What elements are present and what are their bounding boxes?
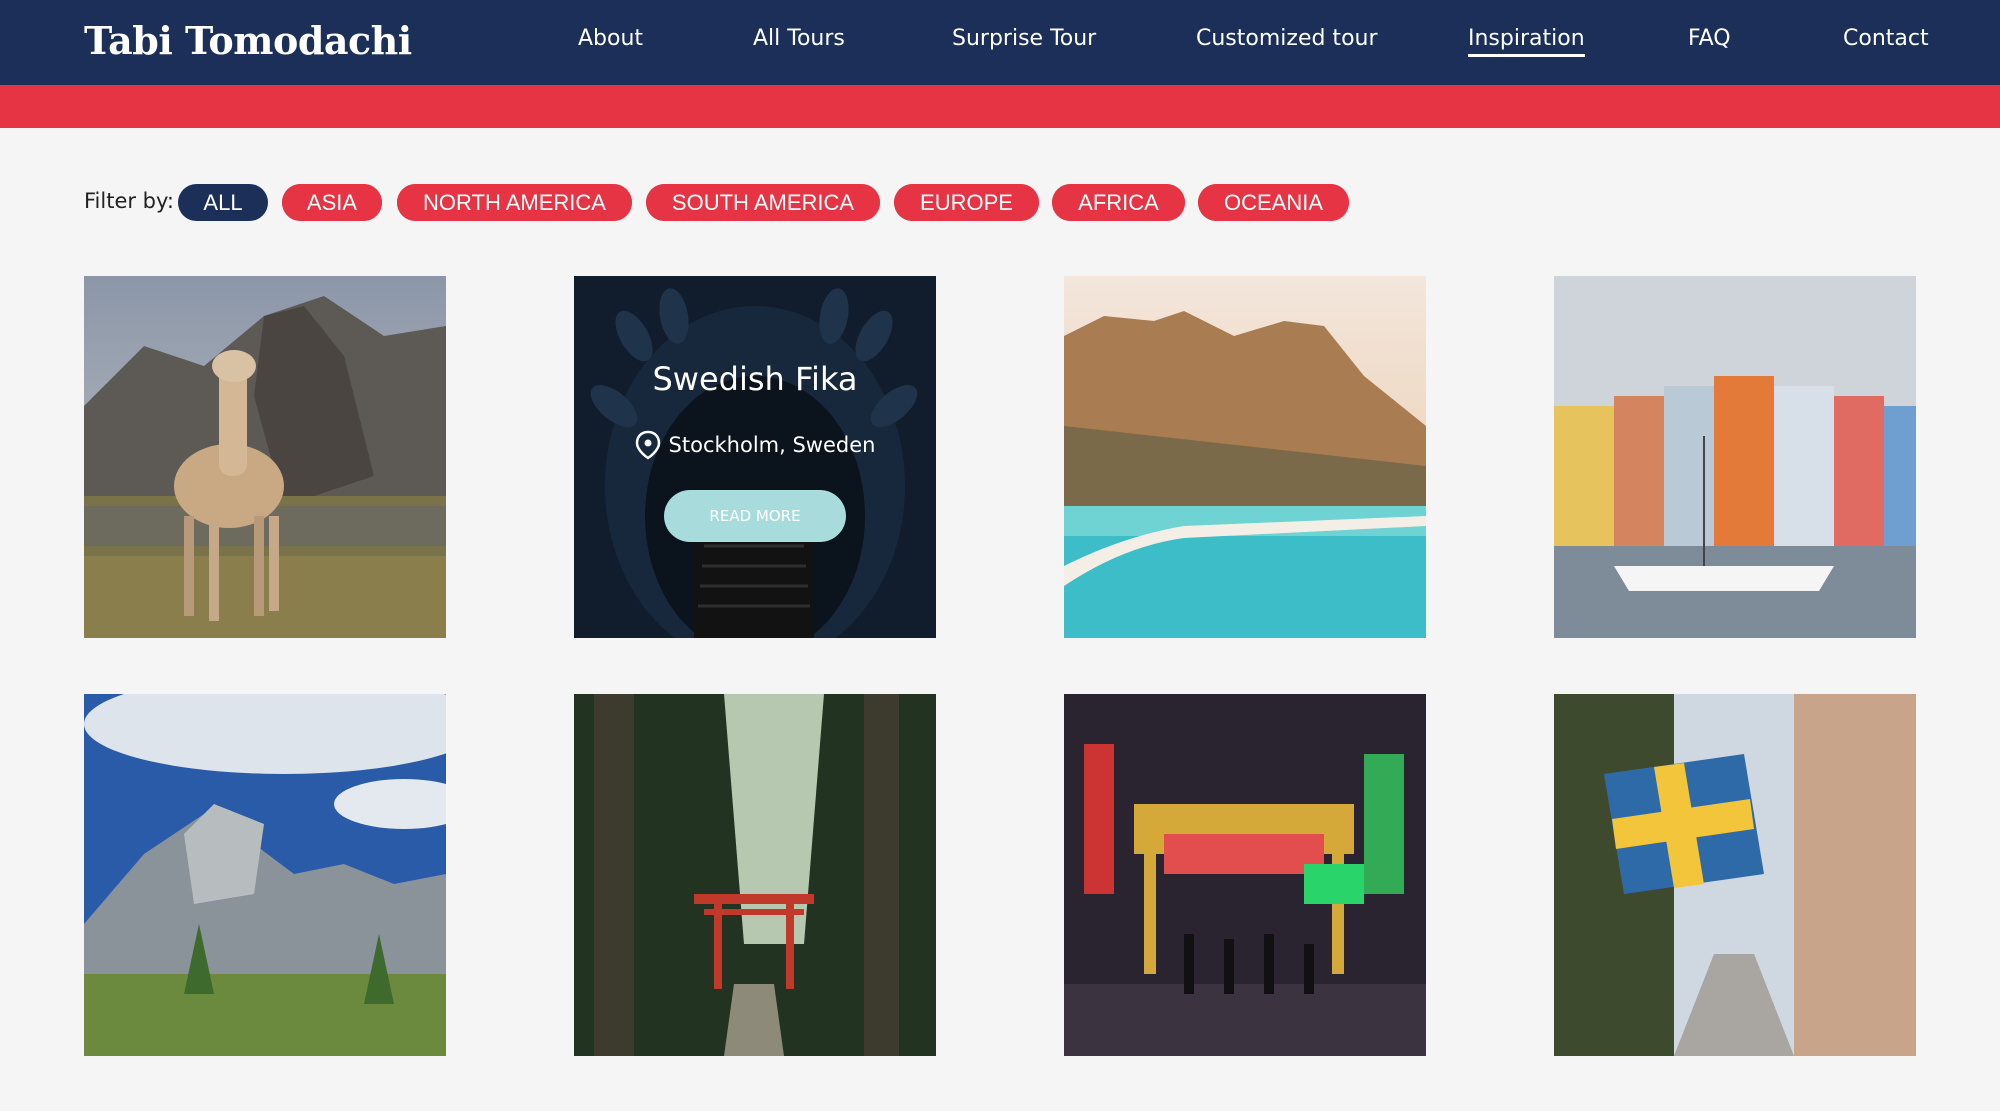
forest-torii-gate-photo	[574, 694, 936, 1056]
filter-north-america[interactable]: NORTH AMERICA	[397, 184, 632, 221]
nav-inspiration[interactable]: Inspiration	[1468, 26, 1585, 57]
night-market-photo	[1064, 694, 1426, 1056]
nav-customized-tour[interactable]: Customized tour	[1196, 26, 1378, 51]
red-banner	[0, 85, 2000, 128]
tile-swedish-fika[interactable]: Swedish Fika Stockholm, Sweden READ MORE	[574, 276, 936, 638]
location-pin-icon	[635, 430, 660, 460]
nav-about[interactable]: About	[578, 26, 643, 51]
site-logo[interactable]: Tabi Tomodachi	[84, 18, 412, 63]
nav-all-tours[interactable]: All Tours	[753, 26, 845, 51]
read-more-button[interactable]: READ MORE	[664, 490, 846, 542]
tile-harbor[interactable]	[1554, 276, 1916, 638]
nav-surprise-tour[interactable]: Surprise Tour	[952, 26, 1096, 51]
top-navbar: Tabi Tomodachi About All Tours Surprise …	[0, 0, 2000, 85]
tile-swedish-street[interactable]	[1554, 694, 1916, 1056]
tile-coastline[interactable]	[1064, 276, 1426, 638]
filter-oceania[interactable]: OCEANIA	[1198, 184, 1349, 221]
filter-all[interactable]: ALL	[178, 184, 268, 221]
colorful-harbor-photo	[1554, 276, 1916, 638]
tile-forest[interactable]	[574, 694, 936, 1056]
nav-contact[interactable]: Contact	[1843, 26, 1929, 51]
coastal-mountains-photo	[1064, 276, 1426, 638]
nav-faq[interactable]: FAQ	[1688, 26, 1731, 51]
tile-valley[interactable]	[84, 694, 446, 1056]
filter-south-america[interactable]: SOUTH AMERICA	[646, 184, 880, 221]
valley-mountains-photo	[84, 694, 446, 1056]
filter-label: Filter by:	[84, 189, 174, 213]
swedish-flag-street-photo	[1554, 694, 1916, 1056]
tile-location: Stockholm, Sweden	[635, 430, 876, 460]
tile-night-market[interactable]	[1064, 694, 1426, 1056]
tile-title: Swedish Fika	[652, 360, 858, 398]
tile-hover-overlay: Swedish Fika Stockholm, Sweden READ MORE	[574, 276, 936, 638]
tile-llama[interactable]	[84, 276, 446, 638]
filter-asia[interactable]: ASIA	[282, 184, 382, 221]
filter-africa[interactable]: AFRICA	[1052, 184, 1185, 221]
location-text: Stockholm, Sweden	[668, 433, 876, 457]
filter-europe[interactable]: EUROPE	[894, 184, 1039, 221]
llama-mountains-photo	[84, 276, 446, 638]
